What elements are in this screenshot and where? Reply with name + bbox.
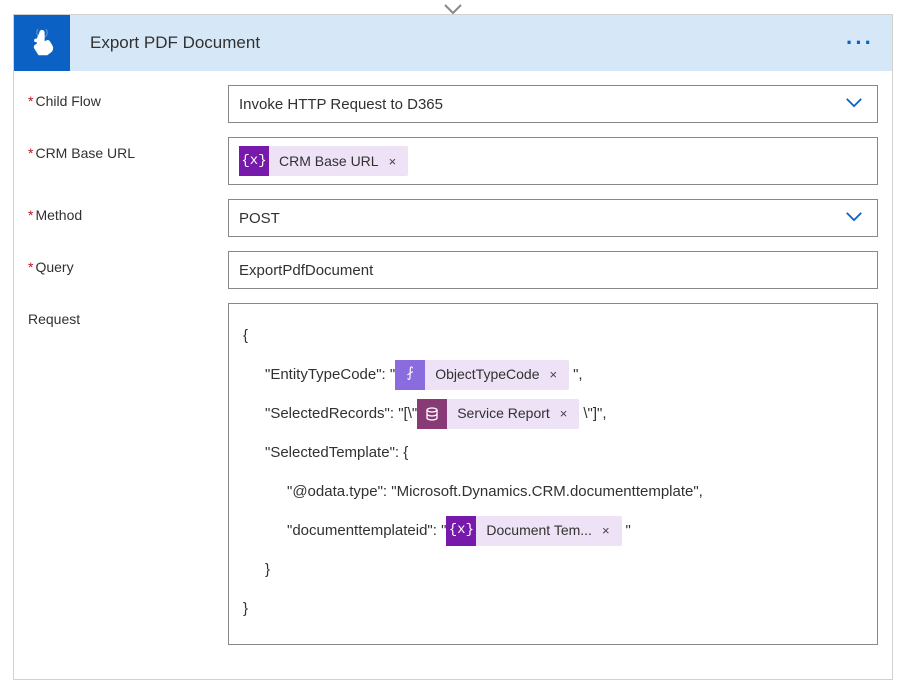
action-card-export-pdf: Export PDF Document ··· *Child Flow Invo… xyxy=(13,14,893,680)
label-crm-base-url: *CRM Base URL xyxy=(28,137,228,161)
data-icon xyxy=(417,399,447,429)
crm-base-url-input[interactable]: {x} CRM Base URL × xyxy=(228,137,878,185)
label-request: Request xyxy=(28,303,228,327)
query-value: ExportPdfDocument xyxy=(239,262,373,279)
token-label: ObjectTypeCode xyxy=(435,356,545,392)
child-flow-select[interactable]: Invoke HTTP Request to D365 xyxy=(228,85,878,123)
token-crm-base-url[interactable]: {x} CRM Base URL × xyxy=(239,146,408,176)
method-value: POST xyxy=(239,210,280,227)
row-crm-base-url: *CRM Base URL {x} CRM Base URL × xyxy=(28,137,878,185)
token-remove-button[interactable]: × xyxy=(598,514,614,548)
token-document-template[interactable]: {x} Document Tem... × xyxy=(446,516,621,546)
token-remove-button[interactable]: × xyxy=(385,154,401,169)
variable-icon: {x} xyxy=(446,516,476,546)
label-method: *Method xyxy=(28,199,228,223)
card-menu-button[interactable]: ··· xyxy=(846,30,874,56)
flow-arrow-in xyxy=(13,2,893,14)
token-service-report[interactable]: Service Report × xyxy=(417,399,579,429)
row-request: Request { "EntityTypeCode": " ⨏ ObjectTy… xyxy=(28,303,878,645)
variable-icon: {x} xyxy=(239,146,269,176)
child-flow-value: Invoke HTTP Request to D365 xyxy=(239,96,443,113)
touch-icon xyxy=(28,29,56,57)
row-query: *Query ExportPdfDocument xyxy=(28,251,878,289)
action-icon xyxy=(14,15,70,71)
token-label: Document Tem... xyxy=(486,512,598,548)
token-label: Service Report xyxy=(457,395,556,431)
card-header[interactable]: Export PDF Document ··· xyxy=(14,15,892,71)
chevron-down-icon xyxy=(845,96,863,113)
chevron-down-icon xyxy=(845,210,863,227)
card-body: *Child Flow Invoke HTTP Request to D365 … xyxy=(14,71,892,679)
query-input[interactable]: ExportPdfDocument xyxy=(228,251,878,289)
expression-icon: ⨏ xyxy=(395,360,425,390)
label-query: *Query xyxy=(28,251,228,275)
request-body-input[interactable]: { "EntityTypeCode": " ⨏ ObjectTypeCode ×… xyxy=(228,303,878,645)
token-object-type-code[interactable]: ⨏ ObjectTypeCode × xyxy=(395,360,569,390)
token-remove-button[interactable]: × xyxy=(546,358,562,392)
method-select[interactable]: POST xyxy=(228,199,878,237)
row-method: *Method POST xyxy=(28,199,878,237)
token-label: CRM Base URL xyxy=(279,153,385,169)
label-child-flow: *Child Flow xyxy=(28,85,228,109)
card-title: Export PDF Document xyxy=(70,33,260,53)
row-child-flow: *Child Flow Invoke HTTP Request to D365 xyxy=(28,85,878,123)
token-remove-button[interactable]: × xyxy=(556,397,572,431)
